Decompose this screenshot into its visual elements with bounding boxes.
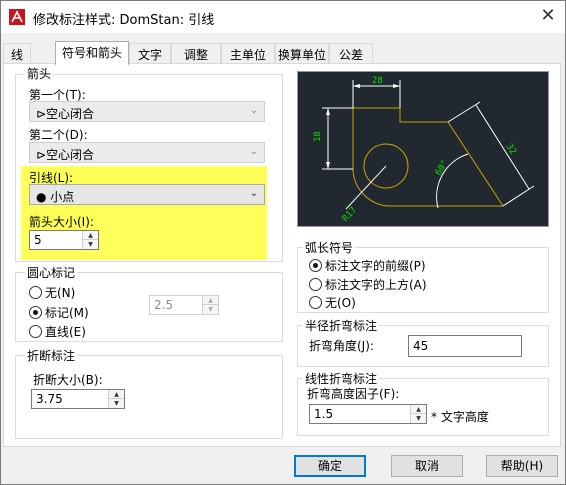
radio-circle [29, 325, 42, 338]
dim-text-left: 18 [313, 131, 323, 142]
decrement-icon[interactable]: ▼ [83, 240, 98, 249]
break-size-stepper[interactable]: 3.75 ▲ ▼ [31, 389, 125, 409]
jog-angle-input[interactable]: 45 [408, 335, 522, 357]
second-arrow-label: 第二个(D): [29, 128, 88, 142]
dim-extension-line [447, 101, 481, 123]
dialog-window: 修改标注样式: DomStan: 引线 ✕ 线 符号和箭头 文字 调整 主单位 … [0, 0, 566, 485]
arc-none-radio[interactable]: 无(O) [309, 294, 356, 311]
chevron-down-icon: ⌄ [249, 146, 259, 157]
dim-extension-line [502, 185, 535, 207]
jog-height-factor-value: 1.5 [314, 407, 334, 421]
stepper-buttons[interactable]: ▲ ▼ [108, 390, 124, 408]
help-button[interactable]: 帮助(H) [486, 455, 558, 477]
chevron-down-icon: ⌄ [249, 105, 259, 116]
stepper-buttons[interactable]: ▲ ▼ [410, 405, 426, 423]
stepper-buttons[interactable]: ▲ ▼ [202, 296, 218, 314]
tab-symbols-arrows[interactable]: 符号和箭头 [55, 41, 129, 65]
arrow-size-value: 5 [34, 233, 42, 247]
title-bar[interactable]: 修改标注样式: DomStan: 引线 ✕ [1, 1, 565, 33]
center-mark-mark-radio[interactable]: 标记(M) [29, 304, 89, 321]
decrement-icon[interactable]: ▼ [411, 414, 426, 423]
increment-icon[interactable]: ▲ [83, 231, 98, 240]
ok-button[interactable]: 确定 [294, 455, 366, 477]
radio-circle [29, 286, 42, 299]
tab-label: 公差 [338, 48, 363, 62]
tab-lines[interactable]: 线 [3, 43, 31, 64]
radius-jog-group-label: 半径折弯标注 [303, 317, 380, 334]
dimension-preview-drawing: 28 18 32 60° R17 [313, 76, 535, 224]
increment-icon[interactable]: ▲ [411, 405, 426, 414]
dim-text-radius: R17 [341, 205, 359, 224]
jog-height-factor-label: 折弯高度因子(F): [307, 387, 400, 401]
preview-panel: 28 18 32 60° R17 [297, 71, 549, 227]
radio-label: 直线(E) [45, 325, 86, 339]
radio-label: 无(N) [45, 286, 76, 300]
tab-primary-units[interactable]: 主单位 [221, 43, 275, 64]
jog-angle-label: 折弯角度(J): [309, 339, 374, 353]
cancel-button[interactable]: 取消 [391, 455, 463, 477]
chevron-down-icon: ⌄ [249, 188, 259, 199]
center-mark-size-stepper[interactable]: 2.5 ▲ ▼ [149, 295, 219, 315]
close-icon[interactable]: ✕ [537, 5, 559, 27]
tab-label: 换算单位 [277, 48, 326, 62]
jog-height-factor-stepper[interactable]: 1.5 ▲ ▼ [309, 404, 427, 424]
radio-circle-checked [29, 306, 42, 319]
break-size-value: 3.75 [36, 392, 63, 406]
dim-text-angle: 60° [434, 158, 451, 177]
tab-tolerances[interactable]: 公差 [329, 43, 373, 64]
window-title: 修改标注样式: DomStan: 引线 [33, 13, 215, 28]
radio-label: 标注文字的上方(A) [325, 278, 427, 292]
autocad-app-icon [9, 9, 25, 25]
arrow-size-stepper[interactable]: 5 ▲ ▼ [29, 230, 99, 250]
arc-above-radio[interactable]: 标注文字的上方(A) [309, 276, 427, 293]
increment-icon[interactable]: ▲ [203, 296, 218, 305]
dimension-break-group-label: 折断标注 [25, 347, 78, 364]
stepper-buttons[interactable]: ▲ ▼ [82, 231, 98, 249]
radio-circle [309, 278, 322, 291]
preview-part-outline [352, 107, 504, 207]
tab-label: 线 [10, 48, 23, 62]
arrow-size-label: 箭头大小(I): [29, 215, 94, 229]
radio-label: 标注文字的前缀(P) [325, 259, 426, 273]
tab-label: 符号和箭头 [61, 46, 122, 60]
radio-circle [309, 296, 322, 309]
tab-label: 文字 [137, 48, 162, 62]
text-height-suffix: * 文字高度 [431, 410, 489, 424]
arc-prefix-radio[interactable]: 标注文字的前缀(P) [309, 257, 426, 274]
center-mark-none-radio[interactable]: 无(N) [29, 284, 75, 301]
tab-fit[interactable]: 调整 [171, 43, 221, 64]
second-arrow-dropdown[interactable]: ⊳空心闭合 ⌄ [29, 142, 265, 163]
center-mark-size-value: 2.5 [154, 298, 174, 312]
tab-alternate-units[interactable]: 换算单位 [275, 43, 329, 64]
arrowheads-group-label: 箭头 [25, 65, 54, 82]
dim-text-right: 32 [503, 142, 517, 157]
radio-label: 标记(M) [45, 306, 89, 320]
tab-label: 主单位 [229, 48, 266, 62]
tab-text[interactable]: 文字 [129, 43, 171, 64]
leader-arrow-dropdown[interactable]: ● 小点 ⌄ [29, 184, 265, 205]
radio-circle-checked [309, 259, 322, 272]
decrement-icon[interactable]: ▼ [203, 305, 218, 314]
center-marks-group-label: 圆心标记 [25, 264, 78, 281]
first-arrow-value: ⊳空心闭合 [36, 107, 95, 121]
break-size-label: 折断大小(B): [33, 373, 103, 387]
tab-label: 调整 [183, 48, 208, 62]
first-arrow-dropdown[interactable]: ⊳空心闭合 ⌄ [29, 101, 265, 122]
center-mark-line-radio[interactable]: 直线(E) [29, 323, 86, 340]
radio-label: 无(O) [325, 296, 356, 310]
second-arrow-value: ⊳空心闭合 [36, 148, 95, 162]
decrement-icon[interactable]: ▼ [109, 399, 124, 408]
leader-arrow-value: ● 小点 [36, 190, 75, 204]
jog-angle-value: 45 [413, 339, 429, 353]
dim-text-top: 28 [372, 76, 383, 86]
arc-length-symbol-group-label: 弧长符号 [303, 239, 356, 256]
increment-icon[interactable]: ▲ [109, 390, 124, 399]
